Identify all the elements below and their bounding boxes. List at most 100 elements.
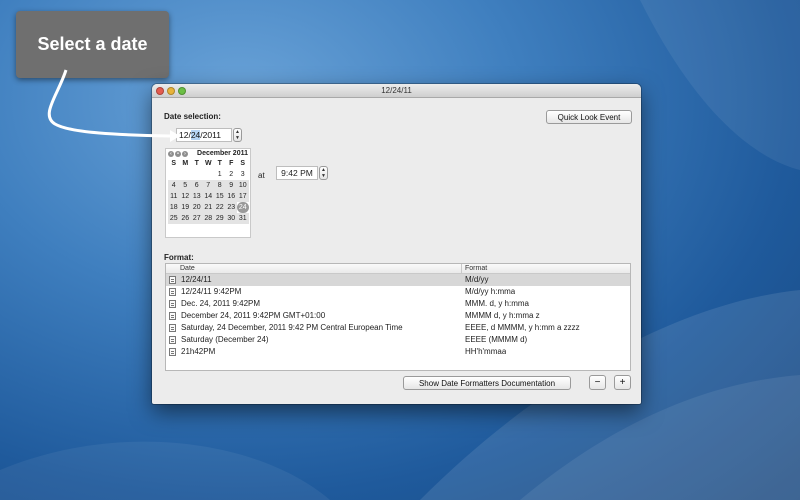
calendar-day[interactable]: 10 bbox=[237, 180, 249, 191]
quick-look-event-button[interactable]: Quick Look Event bbox=[546, 110, 632, 124]
format-cell: M/d/yy bbox=[465, 275, 489, 284]
date-month[interactable]: 12/ bbox=[179, 130, 191, 140]
calendar-day[interactable]: 1 bbox=[214, 169, 226, 180]
calendar-day[interactable]: 4 bbox=[168, 180, 180, 191]
format-cell: MMMM d, y h:mma z bbox=[465, 311, 540, 320]
calendar-day[interactable]: 5 bbox=[179, 180, 191, 191]
calendar-day[interactable]: 18 bbox=[168, 202, 180, 213]
calendar-day[interactable]: 31 bbox=[237, 213, 249, 224]
calendar-day[interactable]: 14 bbox=[202, 191, 214, 202]
table-body: 12/24/11 M/d/yy 12/24/11 9:42PM M/d/yy h:mm… bbox=[166, 274, 630, 358]
calendar-empty-cell bbox=[191, 169, 203, 180]
format-cell: EEEE, d MMMM, y h:mm a zzzz bbox=[465, 323, 580, 332]
calendar-day[interactable]: 8 bbox=[214, 180, 226, 191]
zoom-window-button[interactable] bbox=[178, 87, 186, 95]
calendar-day[interactable]: 21 bbox=[202, 202, 214, 213]
calendar-day[interactable]: 29 bbox=[214, 213, 226, 224]
calendar-empty-cell bbox=[168, 169, 180, 180]
calendar-day[interactable]: 20 bbox=[191, 202, 203, 213]
calendar-day[interactable]: 24 bbox=[237, 202, 249, 213]
calendar-grid: S M T W T F S 1 2 3 4 5 6 7 8 9 10 11 12 13 14 15 16 17 18 19 20 21… bbox=[166, 159, 250, 224]
at-label: at bbox=[258, 171, 265, 180]
calendar-day[interactable]: 9 bbox=[225, 180, 237, 191]
date-cell: December 24, 2011 9:42PM GMT+01:00 bbox=[166, 310, 462, 322]
title-bar[interactable]: 12/24/11 bbox=[152, 84, 641, 98]
table-header: Date Format bbox=[166, 264, 630, 274]
table-row[interactable]: 12/24/11 9:42PM M/d/yy h:mma bbox=[166, 286, 630, 298]
calendar-day[interactable]: 2 bbox=[226, 169, 238, 180]
calendar[interactable]: ‹ • › December 2011 S M T W T F S 1 2 3 4 5 6 7 8 9 10 11… bbox=[165, 148, 251, 238]
date-stepper[interactable]: ▲ ▼ bbox=[233, 128, 242, 142]
document-icon bbox=[169, 336, 176, 344]
calendar-day[interactable]: 27 bbox=[191, 213, 203, 224]
calendar-nav: ‹ • › bbox=[168, 151, 188, 157]
next-month-icon[interactable]: › bbox=[182, 151, 188, 157]
date-cell: Saturday, 24 December, 2011 9:42 PM Cent… bbox=[166, 322, 462, 334]
date-year[interactable]: /2011 bbox=[200, 130, 221, 140]
calendar-day[interactable]: 12 bbox=[179, 191, 191, 202]
calendar-empty-cell bbox=[203, 169, 215, 180]
calendar-day[interactable]: 23 bbox=[225, 202, 237, 213]
calendar-empty-cell bbox=[180, 169, 192, 180]
date-text: December 24, 2011 9:42PM GMT+01:00 bbox=[181, 311, 326, 320]
date-text: Saturday, 24 December, 2011 9:42 PM Cent… bbox=[181, 323, 403, 332]
calendar-day[interactable]: 26 bbox=[179, 213, 191, 224]
select-date-callout: Select a date bbox=[16, 11, 169, 78]
document-icon bbox=[169, 348, 176, 356]
show-documentation-button[interactable]: Show Date Formatters Documentation bbox=[403, 376, 571, 390]
today-icon[interactable]: • bbox=[175, 151, 181, 157]
calendar-day[interactable]: 25 bbox=[168, 213, 180, 224]
calendar-day[interactable]: 17 bbox=[237, 191, 249, 202]
date-cell: Dec. 24, 2011 9:42PM bbox=[166, 298, 462, 310]
table-row[interactable]: Saturday, 24 December, 2011 9:42 PM Cent… bbox=[166, 322, 630, 334]
calendar-day[interactable]: 19 bbox=[179, 202, 191, 213]
format-cell: EEEE (MMMM d) bbox=[465, 335, 528, 344]
document-icon bbox=[169, 324, 176, 332]
calendar-day[interactable]: 13 bbox=[191, 191, 203, 202]
table-row[interactable]: 12/24/11 M/d/yy bbox=[166, 274, 630, 286]
date-cell: 21h42PM bbox=[166, 346, 462, 358]
callout-text: Select a date bbox=[37, 34, 148, 54]
date-input[interactable]: 12/24/2011 bbox=[176, 128, 232, 142]
date-text: Saturday (December 24) bbox=[181, 335, 269, 344]
document-icon bbox=[169, 288, 176, 296]
calendar-day[interactable]: 15 bbox=[214, 191, 226, 202]
weekday-header: T bbox=[217, 160, 222, 167]
calendar-day[interactable]: 7 bbox=[202, 180, 214, 191]
date-day[interactable]: 24 bbox=[190, 130, 201, 140]
window-title: 12/24/11 bbox=[381, 86, 412, 95]
format-table: Date Format 12/24/11 M/d/yy 12/24/11 9:42P… bbox=[165, 263, 631, 371]
date-text: 21h42PM bbox=[181, 347, 216, 356]
calendar-day[interactable]: 22 bbox=[214, 202, 226, 213]
weekday-header: W bbox=[204, 160, 212, 167]
calendar-day[interactable]: 11 bbox=[168, 191, 180, 202]
window-controls bbox=[156, 87, 186, 95]
time-stepper[interactable]: ▲ ▼ bbox=[319, 166, 328, 180]
close-window-button[interactable] bbox=[156, 87, 164, 95]
add-format-button[interactable]: + bbox=[614, 375, 631, 390]
calendar-month-label: December 2011 bbox=[197, 150, 248, 157]
table-row[interactable]: Saturday (December 24) EEEE (MMMM d) bbox=[166, 334, 630, 346]
column-header-format[interactable]: Format bbox=[462, 264, 487, 273]
calendar-day[interactable]: 28 bbox=[202, 213, 214, 224]
document-icon bbox=[169, 300, 176, 308]
format-cell: M/d/yy h:mma bbox=[465, 287, 516, 296]
date-cell: 12/24/11 9:42PM bbox=[166, 286, 462, 298]
format-cell: HH'h'mmaa bbox=[465, 347, 507, 356]
calendar-day[interactable]: 30 bbox=[225, 213, 237, 224]
calendar-day[interactable]: 16 bbox=[225, 191, 237, 202]
calendar-day[interactable]: 6 bbox=[191, 180, 203, 191]
column-header-date[interactable]: Date bbox=[166, 264, 462, 273]
weekday-header: S bbox=[171, 160, 177, 167]
date-selection-label: Date selection: bbox=[164, 112, 221, 121]
minimize-window-button[interactable] bbox=[167, 87, 175, 95]
time-input[interactable]: 9:42 PM bbox=[276, 166, 318, 180]
calendar-day[interactable]: 3 bbox=[237, 169, 249, 180]
previous-month-icon[interactable]: ‹ bbox=[168, 151, 174, 157]
table-row[interactable]: Dec. 24, 2011 9:42PM MMM. d, y h:mma bbox=[166, 298, 630, 310]
remove-format-button[interactable]: − bbox=[589, 375, 606, 390]
date-cell: Saturday (December 24) bbox=[166, 334, 462, 346]
table-row[interactable]: December 24, 2011 9:42PM GMT+01:00 MMMM d… bbox=[166, 310, 630, 322]
table-row[interactable]: 21h42PM HH'h'mmaa bbox=[166, 346, 630, 358]
weekday-header: M bbox=[182, 160, 189, 167]
